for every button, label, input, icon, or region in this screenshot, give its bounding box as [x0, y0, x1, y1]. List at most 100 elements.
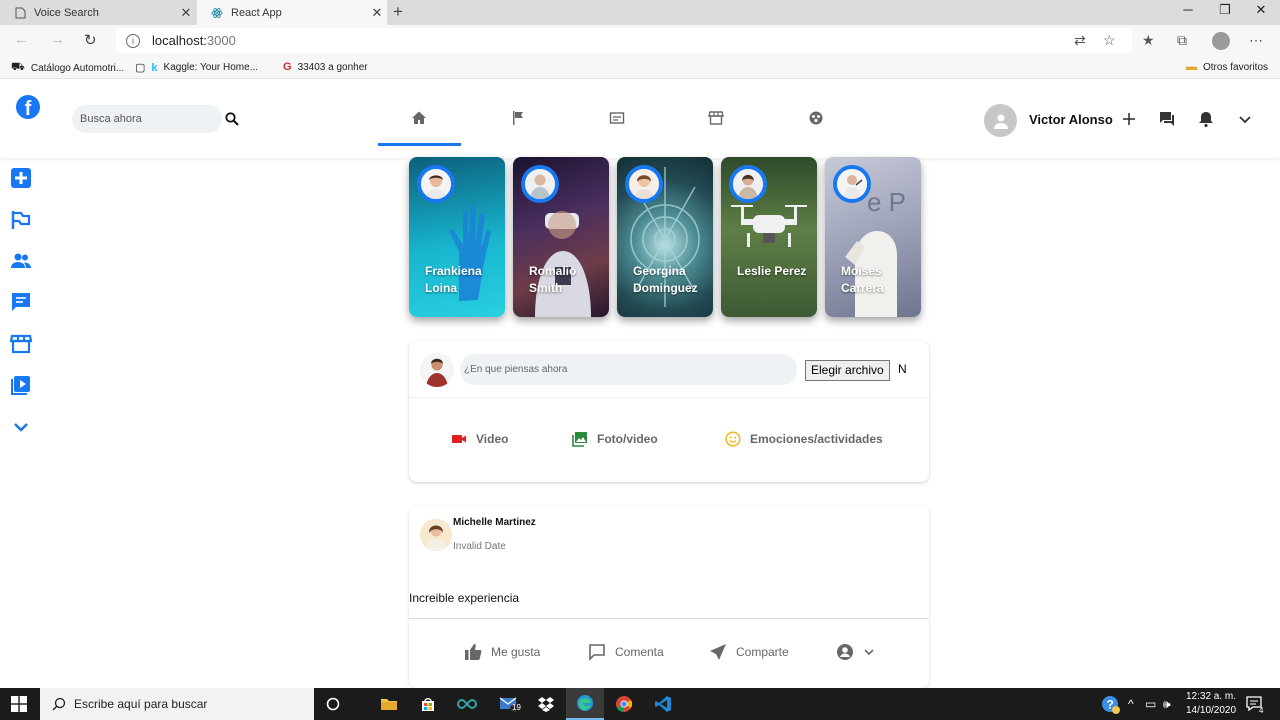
- vscode-icon[interactable]: [644, 688, 682, 720]
- search-icon[interactable]: [225, 112, 239, 126]
- chat-icon[interactable]: [1158, 110, 1176, 128]
- story-card[interactable]: Leslie Perez: [721, 157, 817, 317]
- share-button[interactable]: Comparte: [709, 643, 789, 661]
- refresh-icon[interactable]: ↻: [84, 31, 97, 49]
- svg-text:e P: e P: [867, 187, 906, 217]
- bookmark-gonher[interactable]: G 33403 a gonher: [283, 61, 368, 73]
- close-window-icon[interactable]: ✕: [1246, 2, 1276, 18]
- sidebar-store-icon[interactable]: [10, 333, 32, 355]
- close-tab-icon[interactable]: ✕: [176, 5, 196, 21]
- arduino-icon[interactable]: [448, 688, 486, 720]
- tab-voice-search[interactable]: Voice Search ✕: [0, 0, 196, 25]
- active-tab-indicator: [378, 143, 461, 146]
- story-card[interactable]: Frankiena Loina: [409, 157, 505, 317]
- file-explorer-icon[interactable]: [370, 688, 408, 720]
- video-action-button[interactable]: Video: [451, 431, 508, 447]
- add-icon[interactable]: [1120, 110, 1138, 128]
- like-button[interactable]: Me gusta: [464, 643, 540, 661]
- gonher-logo-icon: G: [283, 61, 292, 73]
- story-card[interactable]: Romalio Smith: [513, 157, 609, 317]
- story-avatar: [521, 165, 559, 203]
- story-name: Moises Carrera: [841, 264, 884, 295]
- chevron-down-icon[interactable]: [1236, 110, 1254, 128]
- post-input[interactable]: ¿En que piensas ahora: [460, 354, 797, 385]
- story-avatar: [729, 165, 767, 203]
- search-input[interactable]: Busca ahora: [72, 105, 222, 133]
- robot-image: e P: [845, 187, 906, 317]
- notifications-icon[interactable]: [1197, 110, 1215, 128]
- folder-icon: ▬: [1186, 61, 1197, 73]
- sidebar-add-icon[interactable]: [10, 167, 32, 189]
- sidebar-expand-chevron-icon[interactable]: [10, 416, 32, 438]
- address-input[interactable]: i localhost: 3000: [116, 28, 1132, 53]
- comment-button[interactable]: Comenta: [588, 643, 664, 661]
- show-hidden-icons-icon[interactable]: ^: [1128, 697, 1134, 711]
- feed-post: Michelle Martinez Invalid Date Increible…: [409, 506, 929, 688]
- help-icon[interactable]: ?: [1101, 695, 1121, 715]
- favorites-icon[interactable]: ★: [1142, 32, 1155, 49]
- star-icon[interactable]: ☆: [1103, 32, 1116, 49]
- clock-time: 12:32 a. m.: [1186, 691, 1237, 702]
- search-icon: [52, 697, 66, 711]
- read-aloud-icon[interactable]: ⇄: [1074, 32, 1086, 49]
- home-icon[interactable]: [411, 110, 427, 126]
- smile-icon: [725, 431, 741, 447]
- new-tab-icon[interactable]: +: [393, 2, 403, 22]
- system-clock[interactable]: 12:32 a. m. 14/10/2020: [1186, 690, 1236, 718]
- mail-icon[interactable]: 19: [490, 688, 528, 720]
- windows-taskbar: Escribe aquí para buscar 19 ? ^ ▭ 🕪 12:3…: [0, 688, 1280, 720]
- groups-icon[interactable]: [808, 110, 824, 126]
- facebook-clone-page: f Busca ahora Victor Alonso Frankiena Lo…: [0, 79, 1280, 688]
- tab-react-app[interactable]: React App ✕: [197, 0, 387, 25]
- dropbox-icon[interactable]: [527, 688, 565, 720]
- avatar[interactable]: [984, 104, 1017, 137]
- volume-icon[interactable]: 🕪: [1163, 697, 1171, 712]
- vr-person-image: [535, 211, 591, 317]
- story-avatar: [625, 165, 663, 203]
- forward-icon[interactable]: →: [50, 31, 65, 48]
- chrome-icon[interactable]: [605, 688, 643, 720]
- collections-icon[interactable]: ⧉: [1177, 32, 1187, 49]
- subscriptions-icon[interactable]: [609, 110, 625, 126]
- story-name: Leslie Perez: [737, 264, 807, 278]
- notification-count-badge: 4: [1259, 706, 1264, 715]
- bookmark-kaggle[interactable]: ▢ k Kaggle: Your Home...: [135, 61, 258, 75]
- post-author[interactable]: Michelle Martinez: [453, 517, 536, 528]
- windows-start-icon[interactable]: [11, 696, 27, 712]
- minimize-icon[interactable]: ─: [1173, 2, 1203, 17]
- flag-icon[interactable]: [510, 110, 526, 126]
- taskbar-search-input[interactable]: Escribe aquí para buscar: [40, 688, 314, 720]
- address-toolbar: ← → ↻ i localhost: 3000 ⇄ ☆ ★ ⧉ ⋯: [0, 25, 1280, 56]
- url-host: localhost:: [152, 33, 207, 48]
- story-card[interactable]: Georgina Dominguez: [617, 157, 713, 317]
- more-menu-icon[interactable]: ⋯: [1249, 32, 1263, 49]
- sidebar-flag-icon[interactable]: [10, 209, 32, 231]
- back-icon[interactable]: ←: [14, 31, 29, 48]
- maximize-icon[interactable]: ❐: [1210, 2, 1240, 18]
- story-card[interactable]: e P Moises Carrera: [825, 157, 921, 317]
- sidebar-messages-icon[interactable]: [10, 291, 32, 313]
- post-date: Invalid Date: [453, 541, 506, 552]
- cortana-icon[interactable]: [314, 688, 352, 720]
- info-icon[interactable]: i: [126, 33, 140, 48]
- story-name: Romalio Smith: [529, 264, 577, 295]
- profile-avatar[interactable]: [1212, 32, 1230, 50]
- photo-action-button[interactable]: Foto/video: [572, 431, 658, 447]
- post-audience-selector[interactable]: [836, 643, 875, 661]
- sidebar-video-icon[interactable]: [10, 374, 32, 396]
- story-avatar: [417, 165, 455, 203]
- divider: [409, 397, 929, 398]
- browser-tab-strip: Voice Search ✕ React App ✕ + ─ ❐ ✕: [0, 0, 1280, 25]
- feelings-action-button[interactable]: Emociones/actividades: [725, 431, 883, 447]
- other-favorites[interactable]: ▬ Otros favoritos: [1186, 61, 1268, 73]
- network-icon[interactable]: ▭: [1145, 697, 1156, 711]
- choose-file-button[interactable]: Elegir archivo: [805, 360, 890, 381]
- edge-browser-icon[interactable]: [566, 688, 604, 720]
- microsoft-store-icon[interactable]: [409, 688, 447, 720]
- sidebar-people-icon[interactable]: [10, 250, 32, 272]
- bookmark-catalogo[interactable]: ⛟ Catálogo Automotri...: [11, 61, 124, 75]
- mail-badge: 19: [512, 703, 521, 712]
- storefront-icon[interactable]: [708, 110, 724, 126]
- close-tab-icon[interactable]: ✕: [367, 5, 387, 21]
- facebook-logo-icon[interactable]: f: [16, 95, 40, 119]
